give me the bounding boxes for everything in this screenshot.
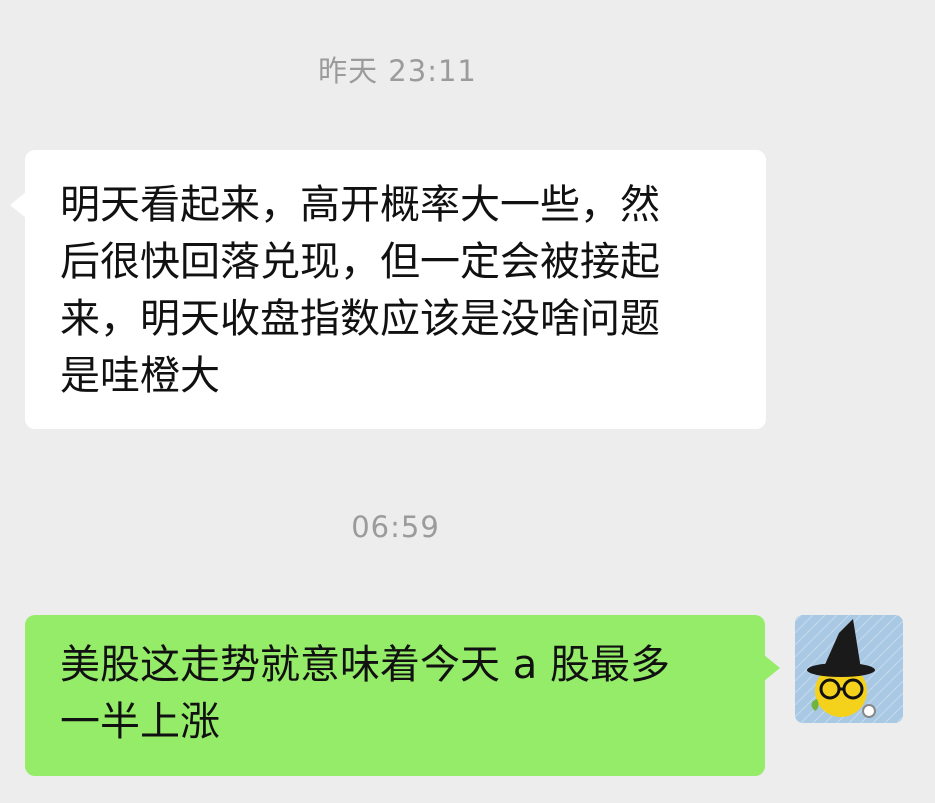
incoming-message-text: 明天看起来，高开概率大一些，然 后很快回落兑现，但一定会被接起 来，明天收盘指数… [60, 182, 660, 399]
incoming-message-bubble[interactable]: 明天看起来，高开概率大一些，然 后很快回落兑现，但一定会被接起 来，明天收盘指数… [10, 150, 766, 429]
user-avatar[interactable] [795, 615, 903, 723]
outgoing-message-bubble[interactable]: 美股这走势就意味着今天 a 股最多 一半上涨 [25, 615, 780, 776]
outgoing-message-text: 美股这走势就意味着今天 a 股最多 一半上涨 [60, 642, 670, 745]
timestamp-today: 06:59 [351, 510, 440, 544]
timestamp-yesterday: 昨天 23:11 [318, 54, 477, 88]
witch-hat-smiley-avatar-icon [795, 615, 903, 723]
